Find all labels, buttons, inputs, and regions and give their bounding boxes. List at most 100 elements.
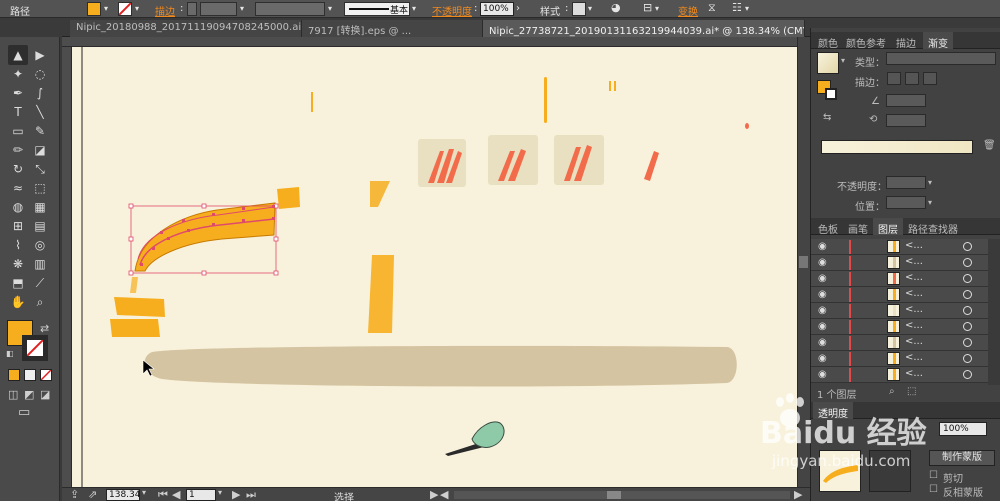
yellow-dot-mark[interactable] [614,81,616,91]
eyedropper-icon[interactable]: ⌇ [8,235,28,255]
gradient-position-field[interactable] [886,196,926,209]
tab-document-1[interactable]: Nipic_20180988_20171119094708245000.ai* [70,20,302,37]
stroke-across-icon[interactable] [923,72,937,85]
chevron-down-icon[interactable]: ▾ [412,4,416,13]
stroke-weight-field[interactable] [200,2,237,16]
tab-brushes[interactable]: 画笔 [843,218,873,236]
curvature-icon[interactable]: ∫ [30,83,50,103]
opacity-input[interactable]: 100% [480,2,514,16]
visibility-eye-icon[interactable]: ◉ [818,321,827,332]
gradient-type-select[interactable] [886,52,996,65]
target-circle-icon[interactable] [963,322,972,331]
tab-color-guide[interactable]: 颜色参考 [841,32,891,50]
target-circle-icon[interactable] [963,258,972,267]
target-circle-icon[interactable] [963,338,972,347]
gradient-icon[interactable]: ▤ [30,216,50,236]
none-mode-icon[interactable] [40,369,52,381]
gradient-opacity-field[interactable] [886,176,926,189]
layer-row[interactable]: ◉ <... [811,255,991,271]
window-shape[interactable] [488,135,538,185]
chevron-down-icon[interactable]: ▾ [928,178,932,187]
tab-document-3[interactable]: Nipic_27738721_20190131163219944039.ai* … [483,20,805,37]
column-graph-icon[interactable]: ▥ [30,254,50,274]
yellow-dot-mark[interactable] [609,81,611,91]
red-dot-mark[interactable] [745,123,749,129]
prev-artboard-icon[interactable]: ◀ [172,488,180,501]
layer-row[interactable]: ◉ <... [811,271,991,287]
paintbrush-icon[interactable]: ✎ [30,121,50,141]
line-segment-icon[interactable]: ╲ [30,102,50,122]
chevron-down-icon[interactable]: ▾ [142,488,146,497]
visibility-eye-icon[interactable]: ◉ [818,305,827,316]
perspective-grid-icon[interactable]: ▦ [30,197,50,217]
visibility-eye-icon[interactable]: ◉ [818,241,827,252]
symbol-sprayer-icon[interactable]: ❋ [8,254,28,274]
chevron-down-icon[interactable]: ▾ [588,4,592,13]
make-mask-button[interactable]: 制作蒙版 [929,450,995,466]
search-icon[interactable]: ⌕ [889,386,895,397]
stroke-swatch[interactable] [118,2,132,16]
lasso-icon[interactable]: ◌ [30,64,50,84]
fill-swatch[interactable] [87,2,101,16]
chevron-down-icon[interactable]: ▾ [655,4,659,13]
chevron-down-icon[interactable]: ▾ [328,4,332,13]
mask-thumbnail[interactable] [869,450,911,492]
zoom-icon[interactable]: ⌕ [30,292,50,312]
scale-icon[interactable]: ⤡ [30,159,50,179]
horizontal-ruler[interactable] [62,37,797,47]
blend-icon[interactable]: ◎ [30,235,50,255]
artboard-canvas[interactable] [72,47,797,487]
magic-wand-icon[interactable]: ✦ [8,64,28,84]
target-circle-icon[interactable] [963,274,972,283]
target-circle-icon[interactable] [963,370,972,379]
scroll-left-icon[interactable]: ◀ [440,488,448,501]
slice-icon[interactable]: ⟋ [30,273,50,293]
chevron-right-icon[interactable]: › [516,3,520,14]
export-icon[interactable]: ⇗ [88,488,97,501]
gradient-mode-icon[interactable] [24,369,36,381]
stroke-swatch[interactable] [825,88,837,100]
eraser-icon[interactable]: ◪ [30,140,50,160]
artwork[interactable] [72,47,797,487]
selection-icon[interactable]: ▲ [8,45,28,65]
last-artboard-icon[interactable]: ⏭ [246,488,256,501]
horizontal-scrollbar[interactable] [454,491,790,499]
share-icon[interactable]: ⇪ [70,488,79,501]
layer-row[interactable]: ◉ <... [811,303,991,319]
swap-colors-icon[interactable]: ⇄ [40,322,49,335]
brush-definition[interactable]: 基本 [344,2,410,16]
style-swatch[interactable] [572,2,586,16]
transform-label[interactable]: 变换 [678,3,698,18]
variable-width-field[interactable] [255,2,325,16]
layers-scrollbar[interactable] [988,239,1000,385]
selected-curve-path[interactable] [134,202,276,272]
scrollbar-thumb[interactable] [607,491,621,499]
warp-icon[interactable]: ≈ [8,178,28,198]
zoom-field[interactable]: 138.34 [106,489,141,501]
pen-icon[interactable]: ✒ [8,83,28,103]
layer-row[interactable]: ◉ <... [811,335,991,351]
arrange-icon[interactable]: ☷ [732,1,742,14]
type-icon[interactable]: T [8,102,28,122]
visibility-eye-icon[interactable]: ◉ [818,289,827,300]
layer-row[interactable]: ◉ <... [811,239,991,255]
visibility-eye-icon[interactable]: ◉ [818,273,827,284]
layer-row[interactable]: ◉ <... [811,319,991,335]
small-orange-shape[interactable] [130,277,138,293]
clip-checkbox-icon[interactable]: ☐ [929,470,938,481]
opacity-label[interactable]: 不透明度 [432,3,472,18]
transparency-opacity-field[interactable]: 100% [939,422,987,436]
stroke-along-icon[interactable] [905,72,919,85]
window-shape[interactable] [554,135,604,185]
layer-row[interactable]: ◉ <... [811,287,991,303]
stroke-within-icon[interactable] [887,72,901,85]
target-circle-icon[interactable] [963,290,972,299]
draw-behind-icon[interactable]: ◩ [24,388,34,401]
tab-gradient[interactable]: 渐变 [923,32,953,50]
hatched-shape[interactable] [370,181,390,207]
visibility-eye-icon[interactable]: ◉ [818,353,827,364]
artboard-icon[interactable]: ⬒ [8,273,28,293]
tab-stroke[interactable]: 描边 [891,32,921,50]
first-artboard-icon[interactable]: ⏮ [158,488,168,501]
pushpin-shape[interactable] [445,421,505,456]
